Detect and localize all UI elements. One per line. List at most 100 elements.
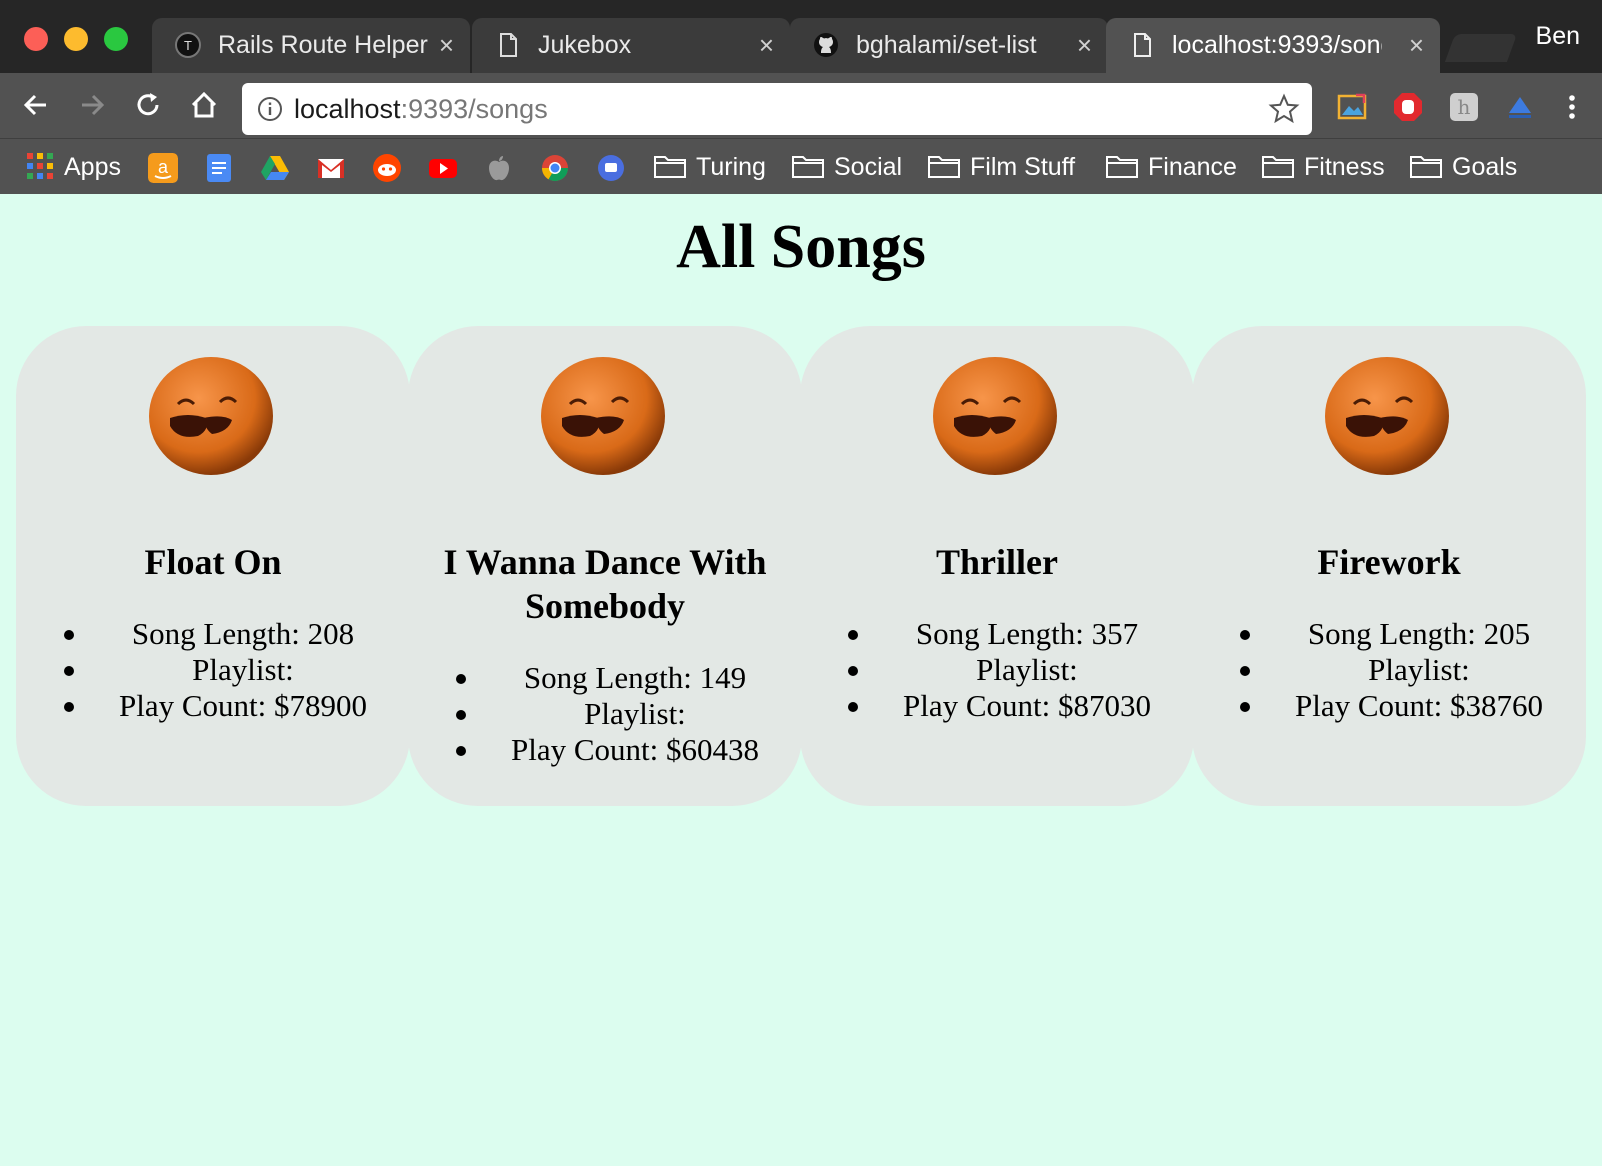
song-title: Firework: [1317, 542, 1461, 582]
extension-icon[interactable]: [1504, 91, 1536, 123]
close-icon[interactable]: ×: [439, 18, 454, 73]
song-details-list: Song Length: 208 Playlist: Play Count: $…: [16, 616, 410, 724]
menu-dots-icon[interactable]: [1556, 91, 1588, 123]
browser-toolbar: localhost:9393/songs h: [0, 73, 1602, 138]
url-host: localhost: [294, 94, 401, 124]
bookmark-star-icon[interactable]: [1268, 93, 1300, 125]
svg-text:a: a: [158, 157, 169, 177]
google-docs-icon[interactable]: [204, 153, 234, 183]
url-text[interactable]: localhost:9393/songs: [294, 83, 548, 135]
orange-avatar-image: [149, 357, 273, 475]
song-play-count: Play Count: $87030: [800, 688, 1194, 724]
song-playlist: Playlist:: [1192, 652, 1586, 688]
page-icon: [500, 33, 517, 57]
bookmark-label: Fitness: [1304, 153, 1385, 181]
gmail-icon[interactable]: [316, 153, 346, 183]
svg-text:h: h: [1458, 95, 1471, 119]
song-play-count: Play Count: $78900: [16, 688, 410, 724]
song-card: Float On Song Length: 208 Playlist: Play…: [16, 326, 410, 806]
honey-extension-icon[interactable]: h: [1448, 91, 1480, 123]
tab-songs-active[interactable]: localhost:9393/songs ×: [1106, 18, 1440, 73]
song-title: I Wanna Dance With Somebody: [443, 542, 767, 626]
reload-icon[interactable]: [130, 87, 166, 123]
tab-rails-route-helpers[interactable]: T Rails Route Helpers ×: [152, 18, 470, 73]
song-play-count: Play Count: $38760: [1192, 688, 1586, 724]
tab-title: Jukebox: [538, 31, 632, 59]
close-window-button[interactable]: [24, 27, 48, 51]
folder-icon: [654, 156, 686, 179]
bookmark-apps[interactable]: Apps: [26, 139, 121, 195]
song-details-list: Song Length: 205 Playlist: Play Count: $…: [1192, 616, 1586, 724]
song-playlist: Playlist:: [408, 696, 802, 732]
folder-icon: [1410, 156, 1442, 179]
song-card: Thriller Song Length: 357 Playlist: Play…: [800, 326, 1194, 806]
apps-grid-icon: [27, 153, 53, 180]
bookmark-label: Goals: [1452, 153, 1518, 181]
song-length: Song Length: 357: [800, 616, 1194, 652]
bookmark-folder-fitness[interactable]: Fitness: [1262, 139, 1385, 195]
page-content: All Songs Float On Song Length: 208 Play…: [0, 194, 1602, 1166]
bookmark-folder-finance[interactable]: Finance: [1106, 139, 1237, 195]
bookmark-folder-film-stuff[interactable]: Film Stuff: [928, 139, 1075, 195]
song-title: Float On: [144, 542, 282, 582]
reddit-icon[interactable]: [372, 153, 402, 183]
github-icon: [814, 33, 838, 57]
close-icon[interactable]: ×: [1409, 18, 1424, 73]
chrome-icon[interactable]: [540, 153, 570, 183]
bookmark-label: Finance: [1148, 153, 1237, 181]
github-circle-icon: T: [175, 32, 201, 58]
apple-icon[interactable]: [484, 153, 514, 183]
amazon-icon[interactable]: a: [148, 153, 178, 183]
song-card: I Wanna Dance With Somebody Song Length:…: [408, 326, 802, 806]
song-details-list: Song Length: 357 Playlist: Play Count: $…: [800, 616, 1194, 724]
song-title: Thriller: [936, 542, 1058, 582]
address-bar[interactable]: localhost:9393/songs: [242, 83, 1312, 135]
tab-set-list-repo[interactable]: bghalami/set-list ×: [790, 18, 1108, 73]
bookmark-label: Social: [834, 153, 903, 181]
bookmark-label: Turing: [696, 153, 766, 181]
folder-icon: [792, 156, 824, 179]
song-playlist: Playlist:: [800, 652, 1194, 688]
tab-title: localhost:9393/songs: [1172, 31, 1382, 59]
google-drive-icon[interactable]: [260, 153, 290, 183]
close-icon[interactable]: ×: [1077, 18, 1092, 73]
orange-avatar-image: [541, 357, 665, 475]
orange-avatar-image: [1325, 357, 1449, 475]
song-length: Song Length: 208: [16, 616, 410, 652]
bookmark-label: Film Stuff: [970, 153, 1076, 181]
forward-arrow-icon[interactable]: [74, 87, 110, 123]
bookmark-folder-turing[interactable]: Turing: [654, 139, 766, 195]
browser-titlebar: T Rails Route Helpers × Jukebox × bghala…: [0, 0, 1602, 73]
orange-avatar-image: [933, 357, 1057, 475]
bookmark-label: Apps: [64, 153, 121, 181]
tab-title: bghalami/set-list: [856, 31, 1037, 59]
minimize-window-button[interactable]: [64, 27, 88, 51]
tab-title: Rails Route Helpers: [218, 31, 428, 59]
tab-jukebox[interactable]: Jukebox ×: [472, 18, 790, 73]
song-length: Song Length: 205: [1192, 616, 1586, 652]
home-icon[interactable]: [186, 87, 222, 123]
folder-icon: [928, 156, 960, 179]
maximize-window-button[interactable]: [104, 27, 128, 51]
page-icon: [1134, 33, 1151, 57]
info-icon[interactable]: [256, 95, 284, 123]
adblock-icon[interactable]: [1392, 91, 1424, 123]
youtube-icon[interactable]: [428, 153, 458, 183]
close-icon[interactable]: ×: [759, 18, 774, 73]
song-playlist: Playlist:: [16, 652, 410, 688]
song-details-list: Song Length: 149 Playlist: Play Count: $…: [408, 660, 802, 768]
chat-icon[interactable]: [596, 153, 626, 183]
folder-icon: [1262, 156, 1294, 179]
bookmark-folder-social[interactable]: Social: [792, 139, 902, 195]
profile-name[interactable]: Ben: [1536, 22, 1580, 51]
image-extension-icon[interactable]: [1336, 91, 1368, 123]
back-arrow-icon[interactable]: [18, 87, 54, 123]
bookmark-folder-goals[interactable]: Goals: [1410, 139, 1517, 195]
new-tab-button[interactable]: [1444, 34, 1518, 62]
svg-text:T: T: [184, 38, 192, 53]
bookmarks-bar: Apps a Turing Social Film Stuff Finance …: [0, 138, 1602, 194]
url-path: :9393/songs: [400, 94, 548, 124]
song-card: Firework Song Length: 205 Playlist: Play…: [1192, 326, 1586, 806]
page-title: All Songs: [676, 213, 926, 281]
song-length: Song Length: 149: [408, 660, 802, 696]
